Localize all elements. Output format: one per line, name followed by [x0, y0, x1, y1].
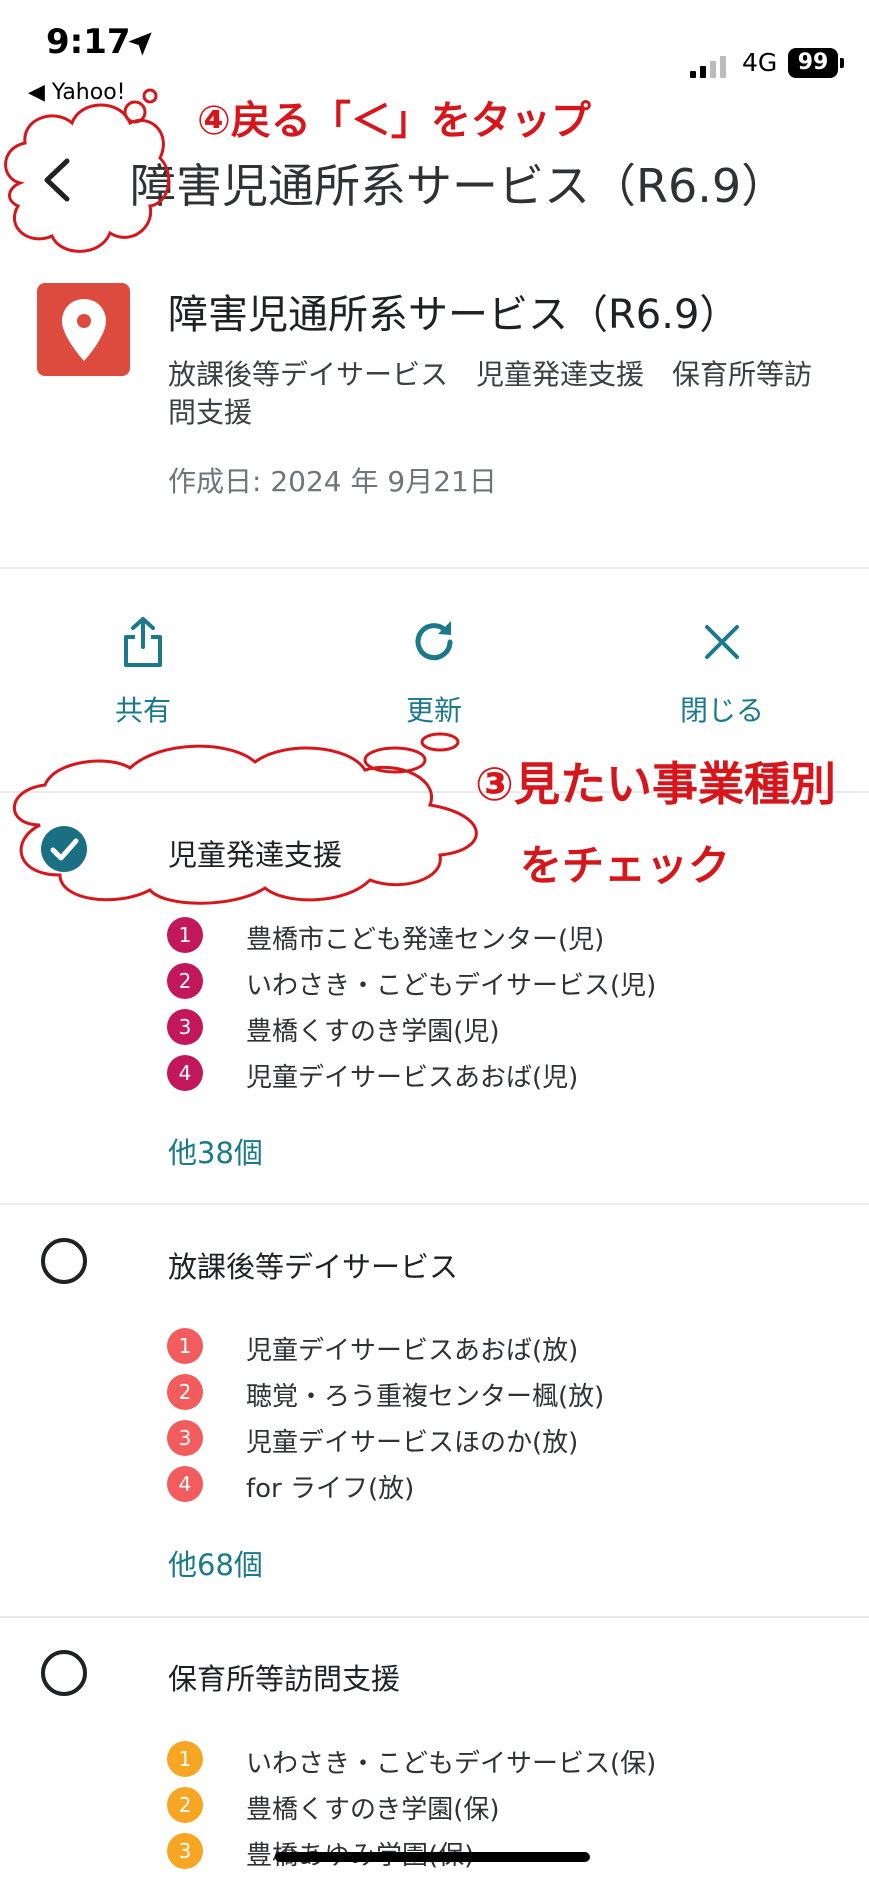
- annotation-step3-line2: をチェック: [520, 841, 731, 890]
- layer-checkbox-unchecked[interactable]: [40, 1649, 88, 1697]
- share-button[interactable]: 共有: [43, 615, 243, 729]
- location-arrow-icon: [128, 32, 152, 56]
- place-item[interactable]: 聴覚・ろう重複センター楓(放): [246, 1376, 604, 1413]
- place-number-badge: 2: [167, 1374, 203, 1410]
- place-item[interactable]: 豊橋くすのき学園(児): [246, 1011, 500, 1048]
- refresh-icon: [415, 621, 453, 661]
- place-item[interactable]: 児童デイサービスほのか(放): [246, 1422, 578, 1459]
- annotation-step4: ④戻る「＜」をタップ: [197, 98, 591, 144]
- map-pin-icon: [37, 283, 130, 376]
- map-name: 障害児通所系サービス（R6.9）: [168, 292, 740, 338]
- place-item[interactable]: いわさき・こどもデイサービス(保): [246, 1743, 656, 1780]
- battery-indicator: 99: [788, 48, 838, 78]
- place-number-badge: 3: [167, 1009, 203, 1045]
- layer-name[interactable]: 保育所等訪問支援: [168, 1656, 400, 1698]
- place-item[interactable]: 児童デイサービスあおば(児): [246, 1057, 578, 1094]
- place-number-badge: 2: [167, 1787, 203, 1823]
- status-time: 9:17: [46, 22, 131, 62]
- place-item[interactable]: いわさき・こどもデイサービス(児): [246, 965, 656, 1002]
- more-places-link[interactable]: 他68個: [168, 1542, 263, 1584]
- refresh-button[interactable]: 更新: [334, 615, 534, 729]
- annotation-step3-line1: ③見たい事業種別: [475, 757, 836, 811]
- divider: [0, 567, 869, 569]
- close-button[interactable]: 閉じる: [622, 615, 822, 729]
- map-created-date: 作成日: 2024 年 9月21日: [168, 465, 497, 498]
- place-number-badge: 1: [167, 917, 203, 953]
- place-number-badge: 4: [167, 1466, 203, 1502]
- map-description: 放課後等デイサービス 児童発達支援 保育所等訪問支援: [168, 358, 813, 429]
- place-item[interactable]: for ライフ(放): [246, 1468, 414, 1505]
- annotation-cloud-back: [4, 88, 171, 253]
- close-icon: [705, 625, 739, 659]
- refresh-label: 更新: [405, 694, 462, 727]
- home-indicator[interactable]: [275, 1852, 590, 1862]
- divider: [0, 1616, 869, 1618]
- signal-icon: [690, 56, 726, 78]
- place-item[interactable]: 児童デイサービスあおば(放): [246, 1330, 578, 1367]
- place-item[interactable]: 豊橋市こども発達センター(児): [246, 919, 604, 956]
- annotation-cloud-check: [12, 732, 478, 905]
- share-icon: [124, 617, 162, 667]
- layer-name[interactable]: 放課後等デイサービス: [168, 1244, 458, 1286]
- more-places-link[interactable]: 他38個: [168, 1130, 263, 1172]
- divider: [0, 1203, 869, 1205]
- place-number-badge: 1: [167, 1328, 203, 1364]
- place-number-badge: 3: [167, 1420, 203, 1456]
- page-title: 障害児通所系サービス（R6.9）: [130, 159, 788, 213]
- layer-checkbox-unchecked[interactable]: [40, 1237, 88, 1285]
- network-type: 4G: [742, 48, 778, 77]
- place-number-badge: 1: [167, 1741, 203, 1777]
- place-number-badge: 2: [167, 963, 203, 999]
- place-number-badge: 3: [167, 1833, 203, 1869]
- place-item[interactable]: 豊橋くすのき学園(保): [246, 1789, 500, 1826]
- battery-tip: [840, 58, 844, 68]
- close-label: 閉じる: [679, 694, 764, 727]
- place-number-badge: 4: [167, 1055, 203, 1091]
- share-label: 共有: [114, 694, 171, 727]
